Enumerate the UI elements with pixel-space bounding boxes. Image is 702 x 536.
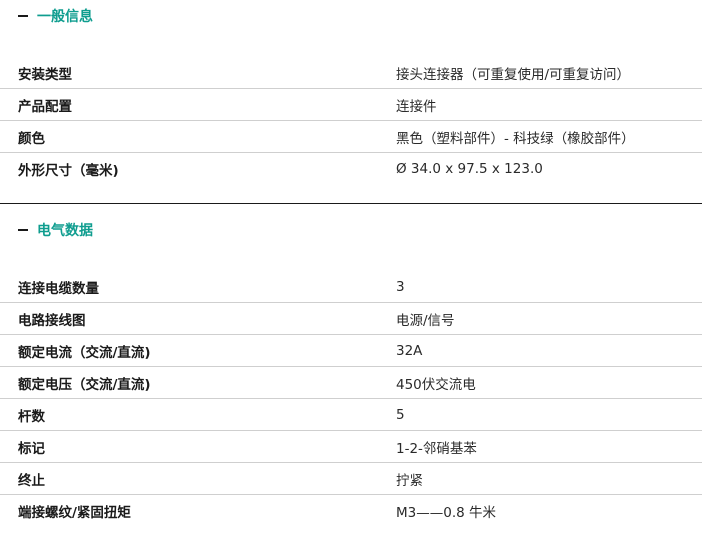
section-electrical-data: 电气数据 连接电缆数量 3 电路接线图 电源/信号 额定电流（交流/直流) 32…	[0, 204, 702, 536]
spec-value: 黑色（塑料部件）- 科技绿（橡胶部件）	[396, 130, 635, 147]
spec-value: 电源/信号	[396, 312, 455, 329]
spec-value: 450伏交流电	[396, 376, 476, 393]
section-general-info: 一般信息 安装类型 接头连接器（可重复使用/可重复访问） 产品配置 连接件 颜色…	[0, 0, 702, 203]
spec-label: 杆数	[18, 408, 45, 425]
spec-row: 电路接线图 电源/信号	[0, 303, 702, 335]
spec-value: 3	[396, 278, 405, 295]
spec-label: 额定电压（交流/直流)	[18, 376, 151, 393]
spec-row: 产品配置 连接件	[0, 89, 702, 121]
section-title: 电气数据	[37, 223, 93, 239]
spec-row: 连接电缆数量 3	[0, 271, 702, 303]
spec-value: 拧紧	[396, 472, 423, 489]
spec-row: 端接螺纹/紧固扭矩 M3——0.8 牛米	[0, 495, 702, 527]
spec-row: 杆数 5	[0, 399, 702, 431]
spec-row: 终止 拧紧	[0, 463, 702, 495]
spec-label: 产品配置	[18, 98, 72, 115]
spec-value: 5	[396, 406, 405, 423]
spec-row: 颜色 黑色（塑料部件）- 科技绿（橡胶部件）	[0, 121, 702, 153]
spec-label: 安装类型	[18, 66, 72, 83]
spec-label: 额定电流（交流/直流)	[18, 344, 151, 361]
spec-row: 安装类型 接头连接器（可重复使用/可重复访问）	[0, 57, 702, 89]
collapse-icon[interactable]	[18, 229, 28, 231]
spec-value: 1-2-邻硝基苯	[396, 440, 477, 457]
spec-row: 额定电压（交流/直流) 450伏交流电	[0, 367, 702, 399]
spec-row: 额定电流（交流/直流) 32A	[0, 335, 702, 367]
spec-table: 连接电缆数量 3 电路接线图 电源/信号 额定电流（交流/直流) 32A 额定电…	[0, 271, 702, 527]
spec-label: 标记	[18, 440, 45, 457]
spec-label: 连接电缆数量	[18, 280, 99, 297]
spec-value: 32A	[396, 342, 423, 359]
section-header-general-info[interactable]: 一般信息	[0, 1, 93, 31]
spec-value: 接头连接器（可重复使用/可重复访问）	[396, 66, 631, 83]
section-header-electrical-data[interactable]: 电气数据	[0, 215, 93, 245]
spec-value: M3——0.8 牛米	[396, 505, 496, 521]
spec-value: 连接件	[396, 98, 437, 115]
spec-label: 电路接线图	[18, 312, 86, 329]
spec-value: Ø 34.0 x 97.5 x 123.0	[396, 161, 543, 177]
spec-label: 颜色	[18, 130, 45, 147]
spec-label: 端接螺纹/紧固扭矩	[18, 505, 131, 521]
spec-label: 外形尺寸（毫米)	[18, 163, 119, 179]
spec-label: 终止	[18, 472, 45, 489]
collapse-icon[interactable]	[18, 15, 28, 17]
section-title: 一般信息	[37, 9, 93, 25]
spec-row: 标记 1-2-邻硝基苯	[0, 431, 702, 463]
spec-table: 安装类型 接头连接器（可重复使用/可重复访问） 产品配置 连接件 颜色 黑色（塑…	[0, 57, 702, 185]
spec-row: 外形尺寸（毫米) Ø 34.0 x 97.5 x 123.0	[0, 153, 702, 185]
